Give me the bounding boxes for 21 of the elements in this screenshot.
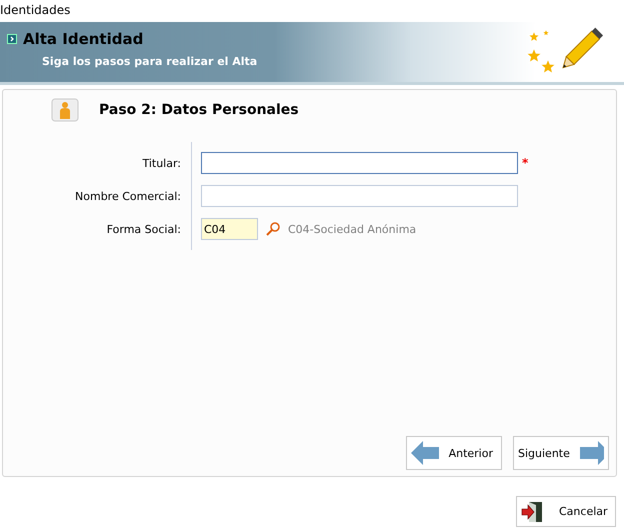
left-arrow-icon — [411, 440, 439, 466]
window-title: Identidades — [0, 3, 70, 17]
lookup-description: C04-Sociedad Anónima — [288, 222, 416, 236]
code-field[interactable]: C04 — [201, 218, 258, 240]
field-label: Forma Social: — [106, 222, 181, 236]
field-label: Titular: — [142, 156, 181, 170]
field-label: Nombre Comercial: — [75, 190, 181, 202]
next-button[interactable]: Siguiente — [513, 436, 609, 470]
expand-icon — [7, 34, 17, 44]
text-field[interactable] — [201, 152, 518, 174]
right-arrow-icon — [580, 440, 604, 466]
step-title: Paso 2: Datos Personales — [99, 102, 299, 118]
header-title: Alta Identidad — [23, 30, 144, 48]
back-button[interactable]: Anterior — [406, 436, 502, 470]
cancel-button[interactable]: Cancelar — [516, 496, 616, 527]
person-icon — [51, 98, 79, 122]
exit-door-icon — [521, 500, 543, 522]
text-field[interactable] — [201, 185, 518, 207]
required-mark: * — [522, 156, 528, 170]
search-icon[interactable] — [266, 222, 280, 236]
header-subtitle: Siga los pasos para realizar el Alta — [42, 55, 258, 68]
